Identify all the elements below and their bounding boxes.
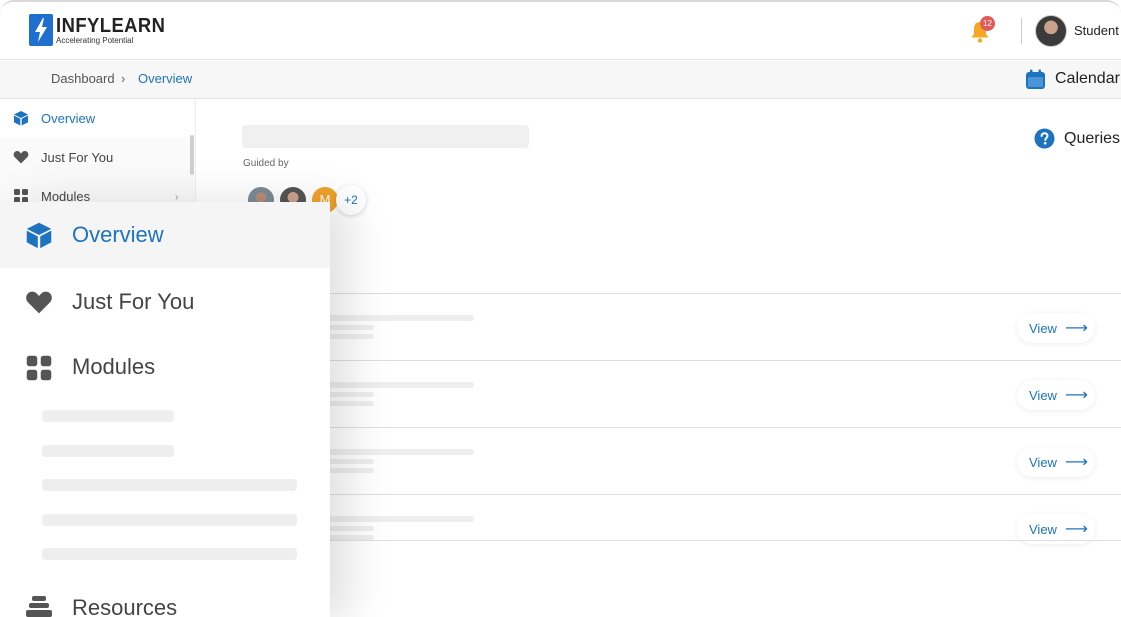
cube-icon bbox=[14, 111, 28, 126]
row-placeholder bbox=[326, 325, 374, 330]
header-divider bbox=[1021, 18, 1022, 44]
sidebar-item-just-for-you[interactable]: Just For You bbox=[0, 138, 194, 176]
view-label: View bbox=[1029, 521, 1057, 537]
table-row: View ⟶ bbox=[196, 427, 1121, 494]
view-button[interactable]: View ⟶ bbox=[1017, 380, 1095, 410]
top-header: INFYLEARN Accelerating Potential 12 Stud… bbox=[0, 2, 1121, 60]
sidebar-item-label: Overview bbox=[41, 110, 96, 126]
module-placeholder bbox=[42, 445, 174, 457]
zoom-sidebar-item-label: Just For You bbox=[72, 289, 195, 314]
row-placeholder bbox=[326, 526, 374, 531]
calendar-button[interactable]: Calendar bbox=[1055, 70, 1120, 88]
zoom-sidebar-item-label: Overview bbox=[72, 222, 164, 247]
row-placeholder bbox=[326, 516, 474, 522]
sidebar: Overview Just For You Modules bbox=[0, 99, 196, 209]
brand-logo[interactable]: INFYLEARN Accelerating Potential bbox=[29, 14, 175, 46]
sidebar-item-overview[interactable]: Overview bbox=[0, 99, 194, 137]
module-placeholder bbox=[42, 410, 174, 422]
queries-button[interactable]: Queries bbox=[1064, 130, 1120, 148]
view-button[interactable]: View ⟶ bbox=[1017, 313, 1095, 343]
zoom-sidebar-item-overview[interactable]: Overview bbox=[0, 202, 330, 268]
breadcrumb-dashboard[interactable]: Dashboard bbox=[51, 71, 115, 86]
heart-icon bbox=[26, 291, 52, 314]
row-placeholder bbox=[326, 449, 474, 455]
brand-tagline: Accelerating Potential bbox=[56, 35, 134, 45]
arrow-right-icon: ⟶ bbox=[1064, 454, 1088, 471]
divider bbox=[196, 540, 1121, 541]
view-label: View bbox=[1029, 320, 1057, 336]
arrow-right-icon: ⟶ bbox=[1064, 387, 1088, 404]
zoom-sidebar-item-label: Resources bbox=[72, 595, 178, 617]
heart-icon bbox=[13, 151, 29, 164]
breadcrumb: Dashboard › Overview bbox=[0, 61, 1121, 99]
arrow-right-icon: ⟶ bbox=[1064, 521, 1088, 538]
stack-icon bbox=[26, 596, 52, 617]
notification-badge: 12 bbox=[980, 16, 995, 31]
zoomed-sidebar: Overview Just For You Modules Resources bbox=[0, 202, 330, 617]
more-guides-badge[interactable]: +2 bbox=[336, 185, 366, 215]
bolt-icon bbox=[29, 14, 53, 46]
zoom-sidebar-item-modules[interactable]: Modules bbox=[0, 337, 330, 397]
user-avatar[interactable] bbox=[1035, 15, 1067, 47]
app-window: INFYLEARN Accelerating Potential 12 Stud… bbox=[0, 0, 1121, 617]
module-placeholder bbox=[42, 514, 297, 526]
sidebar-scrollbar[interactable] bbox=[190, 135, 194, 175]
user-name[interactable]: Student bbox=[1074, 23, 1119, 38]
table-row: View ⟶ bbox=[196, 360, 1121, 427]
view-label: View bbox=[1029, 387, 1057, 403]
row-placeholder bbox=[326, 334, 374, 339]
row-placeholder bbox=[326, 468, 374, 473]
table-row: View ⟶ bbox=[196, 293, 1121, 360]
row-placeholder bbox=[326, 392, 374, 397]
zoom-sidebar-item-just-for-you[interactable]: Just For You bbox=[0, 272, 330, 332]
row-placeholder bbox=[326, 315, 474, 321]
row-placeholder bbox=[326, 382, 474, 388]
chevron-right-icon: › bbox=[121, 71, 126, 86]
module-placeholder bbox=[42, 479, 297, 491]
row-placeholder bbox=[326, 401, 374, 406]
brand-name: INFYLEARN bbox=[56, 14, 166, 37]
calendar-icon[interactable] bbox=[1025, 69, 1046, 90]
view-label: View bbox=[1029, 454, 1057, 470]
guided-by-label: Guided by bbox=[243, 158, 289, 169]
table-row: View ⟶ bbox=[196, 494, 1121, 561]
row-placeholder bbox=[326, 459, 374, 464]
view-button[interactable]: View ⟶ bbox=[1017, 447, 1095, 477]
zoom-sidebar-item-resources[interactable]: Resources bbox=[0, 576, 330, 617]
grid-icon bbox=[26, 355, 52, 381]
module-placeholder bbox=[42, 548, 297, 560]
title-placeholder bbox=[242, 125, 529, 148]
breadcrumb-overview: Overview bbox=[138, 71, 193, 86]
help-icon[interactable] bbox=[1034, 128, 1055, 149]
arrow-right-icon: ⟶ bbox=[1064, 320, 1088, 337]
cube-icon bbox=[26, 222, 52, 249]
zoom-sidebar-item-label: Modules bbox=[72, 354, 156, 379]
sidebar-item-label: Just For You bbox=[41, 149, 114, 165]
